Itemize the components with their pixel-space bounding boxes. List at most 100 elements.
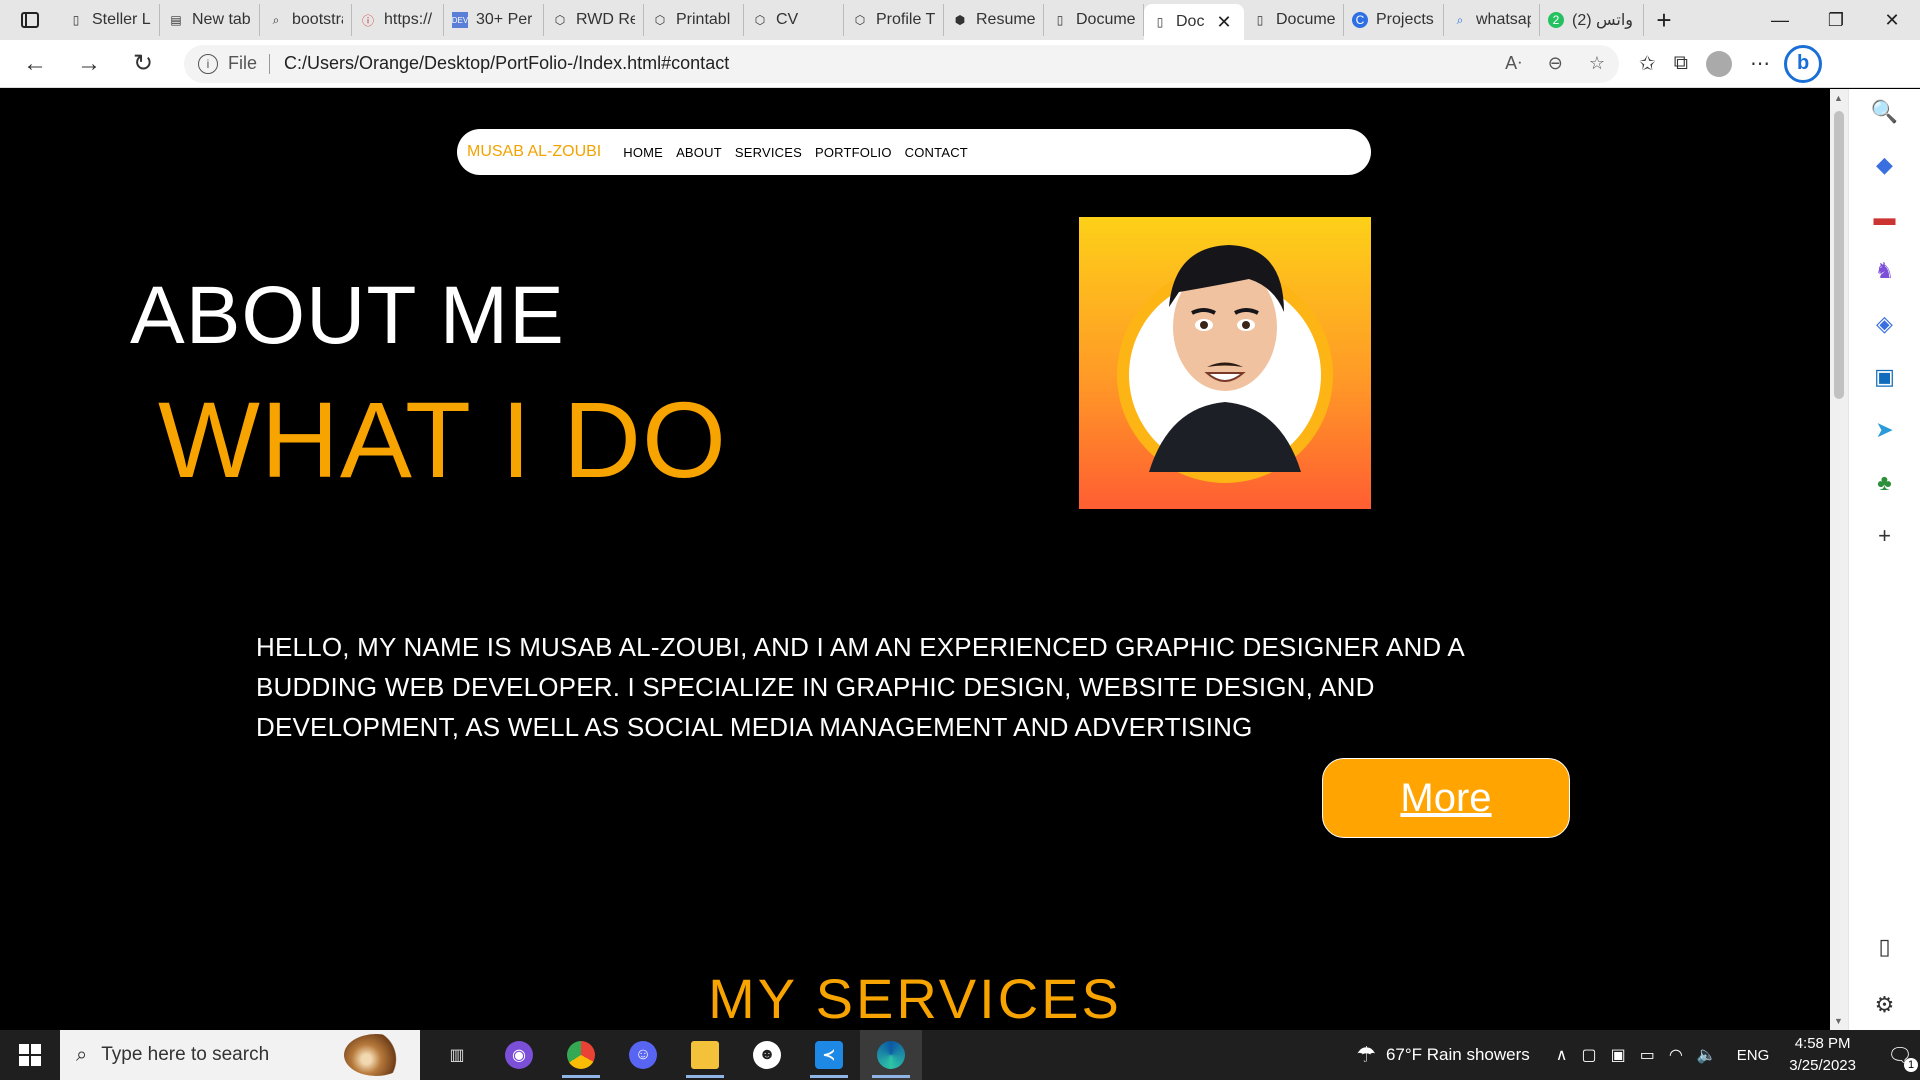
back-icon[interactable]: ←	[8, 40, 62, 88]
nav-services[interactable]: SERVICES	[735, 145, 802, 160]
file-explorer-button[interactable]	[674, 1030, 736, 1080]
github-desktop-button[interactable]: ◉	[488, 1030, 550, 1080]
info-icon[interactable]: i	[198, 53, 218, 74]
discord-button[interactable]: ☺	[612, 1030, 674, 1080]
site-brand[interactable]: MUSAB AL-ZOUBI	[467, 143, 601, 161]
cartoon-avatar-illustration	[1117, 245, 1333, 483]
wifi-icon[interactable]: ◠	[1669, 1045, 1683, 1065]
tab[interactable]: ▤ New tab	[160, 4, 260, 36]
start-button[interactable]	[0, 1030, 60, 1080]
weather-widget[interactable]: ☂ 67°F Rain showers	[1356, 1042, 1530, 1068]
windows-taskbar: ⌕ Type here to search ▥ ◉ ☺ ☻ ≺ ☂ 67°F R…	[0, 1030, 1920, 1080]
address-url[interactable]: C:/Users/Orange/Desktop/PortFolio-/Index…	[284, 53, 729, 74]
tab[interactable]: ⬡ RWD Re	[544, 4, 644, 36]
search-icon: ⌕	[1456, 12, 1464, 27]
taskbar-search[interactable]: ⌕ Type here to search	[60, 1030, 420, 1080]
microsoft365-icon[interactable]: ◈	[1870, 309, 1900, 339]
tab[interactable]: ⬡ Profile T	[844, 4, 944, 36]
page-icon: ▯	[72, 13, 80, 27]
nav-about[interactable]: ABOUT	[676, 145, 722, 160]
whatsapp-icon: 2	[1548, 12, 1564, 28]
add-favorite-icon[interactable]: ☆	[1589, 53, 1605, 74]
scroll-down-icon[interactable]: ▼	[1834, 1016, 1843, 1026]
read-aloud-icon[interactable]: Aᐧ	[1505, 53, 1522, 74]
zoom-out-icon[interactable]: ⊖	[1548, 53, 1563, 74]
more-icon[interactable]: ⋯	[1750, 51, 1770, 76]
copilot-icon: C	[1352, 12, 1368, 28]
split-screen-icon[interactable]: ▯	[1878, 934, 1890, 960]
clock-time: 4:58 PM	[1794, 1035, 1851, 1052]
scroll-up-icon[interactable]: ▲	[1834, 93, 1843, 103]
clock[interactable]: 4:58 PM 3/25/2023	[1789, 1033, 1856, 1077]
tab[interactable]: ▯ Docume	[1044, 4, 1144, 36]
edge-button[interactable]	[860, 1030, 922, 1080]
codepen-icon: ⬡	[754, 13, 766, 27]
scrollbar-thumb[interactable]	[1834, 111, 1844, 399]
tab[interactable]: DEV 30+ Per	[444, 4, 544, 36]
language-indicator[interactable]: ENG	[1737, 1047, 1770, 1064]
search-icon: ⌕	[272, 12, 280, 27]
nav-home[interactable]: HOME	[623, 145, 663, 160]
address-bar[interactable]: i File C:/Users/Orange/Desktop/PortFolio…	[184, 44, 1619, 83]
meet-now-icon[interactable]: ▢	[1581, 1045, 1596, 1065]
nav-contact[interactable]: CONTACT	[905, 145, 968, 160]
outlook-icon[interactable]: ▣	[1870, 362, 1900, 392]
notifications-button[interactable]: 🗨 1	[1880, 1043, 1920, 1072]
close-tab-icon[interactable]: ✕	[1216, 12, 1231, 33]
tab[interactable]: ⬡ CV	[744, 4, 844, 36]
chrome-button[interactable]	[550, 1030, 612, 1080]
settings-gear-icon[interactable]: ⚙	[1875, 992, 1895, 1018]
page-icon: ▯	[1056, 13, 1064, 27]
codepen-icon: ⬢	[954, 13, 966, 27]
refresh-icon[interactable]: ↻	[116, 40, 170, 88]
restore-icon[interactable]: ❐	[1808, 0, 1864, 40]
volume-icon[interactable]: 🔈	[1697, 1045, 1717, 1065]
tab-actions-icon	[21, 12, 39, 28]
tab-strip: ▯Steller L ▤New tab ⌕bootstra ⓘhttps:// …	[0, 0, 1920, 40]
toolbox-icon[interactable]: ▬	[1870, 203, 1900, 233]
sidebar-search-icon[interactable]: 🔍	[1870, 97, 1900, 127]
forward-icon[interactable]: →	[62, 40, 116, 88]
bing-icon[interactable]: b	[1784, 44, 1823, 83]
battery-icon[interactable]: ▭	[1640, 1045, 1655, 1065]
tab[interactable]: ⌕bootstra	[260, 4, 352, 36]
page-scrollbar[interactable]: ▲ ▼	[1830, 89, 1848, 1030]
close-window-icon[interactable]: ✕	[1864, 0, 1920, 40]
task-view-icon: ▥	[449, 1047, 465, 1064]
send-icon[interactable]: ➤	[1870, 415, 1900, 445]
newtab-icon: ▤	[170, 13, 182, 27]
profile-avatar[interactable]	[1706, 50, 1733, 77]
tab[interactable]: C Projects	[1344, 4, 1444, 36]
more-button[interactable]: More	[1322, 758, 1570, 838]
tab[interactable]: ⬡ Printabl	[644, 4, 744, 36]
minimize-icon[interactable]: —	[1752, 0, 1808, 40]
tab[interactable]: 2 (2) واتس	[1540, 4, 1644, 36]
new-tab-button[interactable]: +	[1644, 0, 1684, 40]
tab[interactable]: ▯ Docume	[1244, 4, 1344, 36]
hero-title: ABOUT ME	[130, 270, 565, 361]
chrome-icon	[567, 1041, 595, 1069]
shopping-tag-icon[interactable]: ◆	[1870, 150, 1900, 180]
vscode-button[interactable]: ≺	[798, 1030, 860, 1080]
tab[interactable]: ⌕ whatsap	[1444, 4, 1540, 36]
games-icon[interactable]: ♞	[1870, 256, 1900, 286]
show-hidden-icons-icon[interactable]: ∧	[1556, 1045, 1568, 1065]
tab[interactable]: ▯ Steller L	[60, 4, 160, 36]
tree-icon[interactable]: ♣	[1870, 468, 1900, 498]
vscode-icon: ≺	[815, 1041, 843, 1069]
task-view-button[interactable]: ▥	[426, 1030, 488, 1080]
tab[interactable]: ⬢ Resume	[944, 4, 1044, 36]
tab-actions-button[interactable]	[0, 0, 60, 40]
favorites-icon[interactable]: ✩	[1639, 51, 1656, 76]
rain-umbrella-icon: ☂	[1356, 1042, 1376, 1067]
tab-active[interactable]: ▯ Doc ✕	[1144, 4, 1244, 40]
add-sidebar-icon[interactable]: +	[1870, 521, 1900, 551]
edge-sidebar: 🔍 ◆ ▬ ♞ ◈ ▣ ➤ ♣ + ▯ ⚙	[1848, 89, 1920, 1030]
tab[interactable]: ⓘ https://	[352, 4, 444, 36]
collections-icon[interactable]: ⧉	[1674, 52, 1688, 75]
dev-icon: DEV	[452, 12, 468, 28]
emoji-app-button[interactable]: ☻	[736, 1030, 798, 1080]
nav-portfolio[interactable]: PORTFOLIO	[815, 145, 892, 160]
device-icon[interactable]: ▣	[1611, 1045, 1626, 1065]
tray-icons: ∧ ▢ ▣ ▭ ◠ 🔈	[1556, 1045, 1717, 1065]
